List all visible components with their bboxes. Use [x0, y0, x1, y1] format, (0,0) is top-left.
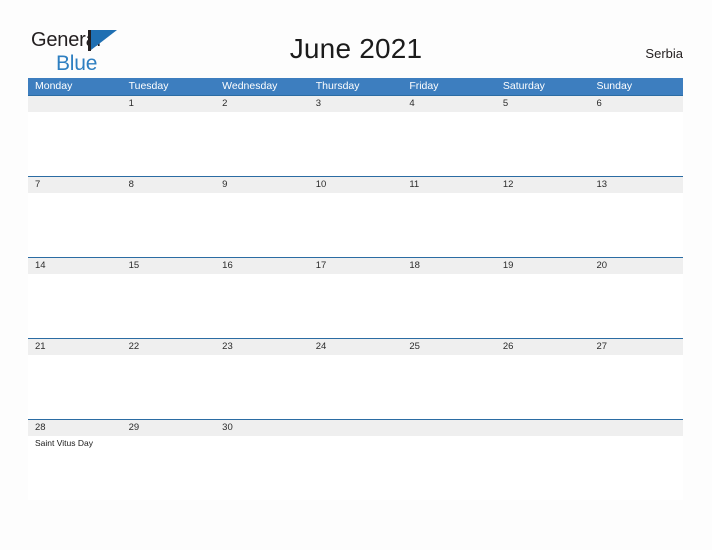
day-cell-14[interactable]: [28, 274, 122, 338]
calendar-week-row: 7 8 9 10 11 12 13: [28, 176, 683, 257]
day-cell-11[interactable]: [402, 193, 496, 257]
weekday-header-wednesday: Wednesday: [222, 80, 278, 92]
calendar-grid: Monday Tuesday Wednesday Thursday Friday Satu…: [28, 78, 683, 500]
week-date-bar: 21 22 23 24 25 26 27: [28, 338, 683, 355]
day-cell-17[interactable]: [309, 274, 403, 338]
day-cell-empty: [402, 436, 496, 500]
day-cell-30[interactable]: [215, 436, 309, 500]
day-cell-27[interactable]: [589, 355, 683, 419]
day-cell-23[interactable]: [215, 355, 309, 419]
day-cell-29[interactable]: [122, 436, 216, 500]
week-body-bar: [28, 193, 683, 257]
day-number-8[interactable]: 8: [122, 177, 216, 193]
day-cell-empty: [496, 436, 590, 500]
week-body-bar: Saint Vitus Day: [28, 436, 683, 500]
day-number-7[interactable]: 7: [28, 177, 122, 193]
day-number-29[interactable]: 29: [122, 420, 216, 436]
calendar-week-row: 14 15 16 17 18 19 20: [28, 257, 683, 338]
day-cell-5[interactable]: [496, 112, 590, 176]
day-cell-9[interactable]: [215, 193, 309, 257]
day-number-27[interactable]: 27: [589, 339, 683, 355]
day-cell-19[interactable]: [496, 274, 590, 338]
weekday-header-row: Monday Tuesday Wednesday Thursday Friday Satu…: [28, 78, 683, 95]
day-number-1[interactable]: 1: [122, 96, 216, 112]
day-number-30[interactable]: 30: [215, 420, 309, 436]
week-body-bar: [28, 274, 683, 338]
day-cell-21[interactable]: [28, 355, 122, 419]
page-header: General Blue June 2021 Serbia: [0, 0, 712, 76]
day-cell-24[interactable]: [309, 355, 403, 419]
day-number-4[interactable]: 4: [402, 96, 496, 112]
weekday-header-friday: Friday: [409, 80, 439, 92]
day-number-16[interactable]: 16: [215, 258, 309, 274]
day-number-12[interactable]: 12: [496, 177, 590, 193]
day-cell-25[interactable]: [402, 355, 496, 419]
day-cell-2[interactable]: [215, 112, 309, 176]
week-body-bar: [28, 355, 683, 419]
day-cell-15[interactable]: [122, 274, 216, 338]
weekday-header-thursday: Thursday: [315, 80, 360, 92]
calendar-week-row: 123456: [28, 95, 683, 176]
week-date-bar: 123456: [28, 95, 683, 112]
day-number-19[interactable]: 19: [496, 258, 590, 274]
holiday-label: Saint Vitus Day: [35, 438, 93, 448]
day-number-22[interactable]: 22: [122, 339, 216, 355]
day-number-empty: [28, 96, 122, 112]
calendar-week-row: 28 29 30 Saint Vitus Day: [28, 419, 683, 500]
weekday-header-tuesday: Tuesday: [128, 80, 169, 92]
day-number-21[interactable]: 21: [28, 339, 122, 355]
day-number-empty: [309, 420, 403, 436]
day-cell-20[interactable]: [589, 274, 683, 338]
day-number-6[interactable]: 6: [589, 96, 683, 112]
day-cell-13[interactable]: [589, 193, 683, 257]
day-cell-8[interactable]: [122, 193, 216, 257]
day-cell-12[interactable]: [496, 193, 590, 257]
day-number-20[interactable]: 20: [589, 258, 683, 274]
day-cell-16[interactable]: [215, 274, 309, 338]
week-date-bar: 7 8 9 10 11 12 13: [28, 176, 683, 193]
day-cell-empty: [309, 436, 403, 500]
day-cell-4[interactable]: [402, 112, 496, 176]
day-number-28[interactable]: 28: [28, 420, 122, 436]
day-number-11[interactable]: 11: [402, 177, 496, 193]
day-number-9[interactable]: 9: [215, 177, 309, 193]
day-number-17[interactable]: 17: [309, 258, 403, 274]
day-number-5[interactable]: 5: [496, 96, 590, 112]
day-number-empty: [402, 420, 496, 436]
day-number-2[interactable]: 2: [215, 96, 309, 112]
day-number-3[interactable]: 3: [309, 96, 403, 112]
weekday-header-sunday: Sunday: [596, 80, 633, 92]
day-cell-22[interactable]: [122, 355, 216, 419]
country-label: Serbia: [645, 46, 683, 61]
week-body-bar: [28, 112, 683, 176]
day-number-23[interactable]: 23: [215, 339, 309, 355]
weekday-header-saturday: Saturday: [502, 80, 545, 92]
day-cell-empty: [28, 112, 122, 176]
weekday-header-monday: Monday: [35, 80, 73, 92]
calendar-weeks: 1 2 3 4 5 6 7 8 9 10 11 12 13 14 15 16 17 18 19 20 21 22 23 24 2…: [28, 95, 683, 500]
day-number-14[interactable]: 14: [28, 258, 122, 274]
day-cell-3[interactable]: [309, 112, 403, 176]
day-number-18[interactable]: 18: [402, 258, 496, 274]
day-number-24[interactable]: 24: [309, 339, 403, 355]
day-number-15[interactable]: 15: [122, 258, 216, 274]
day-cell-1[interactable]: [122, 112, 216, 176]
day-number-empty: [496, 420, 590, 436]
day-cell-28[interactable]: Saint Vitus Day: [28, 436, 122, 500]
day-cell-26[interactable]: [496, 355, 590, 419]
day-cell-empty: [589, 436, 683, 500]
week-date-bar: 28 29 30: [28, 419, 683, 436]
day-number-13[interactable]: 13: [589, 177, 683, 193]
day-cell-7[interactable]: [28, 193, 122, 257]
day-number-26[interactable]: 26: [496, 339, 590, 355]
day-cell-10[interactable]: [309, 193, 403, 257]
page-title: June 2021: [289, 33, 423, 64]
calendar-week-row: 21 22 23 24 25 26 27: [28, 338, 683, 419]
day-cell-18[interactable]: [402, 274, 496, 338]
week-date-bar: 14 15 16 17 18 19 20: [28, 257, 683, 274]
day-cell-6[interactable]: [589, 112, 683, 176]
day-number-25[interactable]: 25: [402, 339, 496, 355]
day-number-empty: [589, 420, 683, 436]
day-number-10[interactable]: 10: [309, 177, 403, 193]
